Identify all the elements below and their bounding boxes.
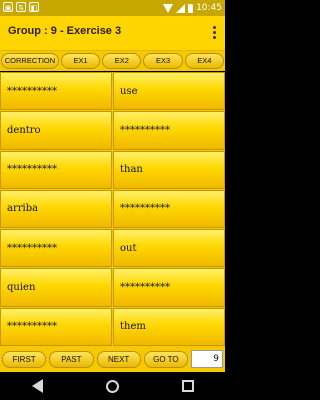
first-button[interactable]: FIRST <box>2 350 47 368</box>
system-nav-bar <box>0 372 225 400</box>
recent-apps-icon[interactable] <box>181 380 194 392</box>
tab-ex1[interactable]: EX1 <box>60 53 101 69</box>
battery-icon <box>188 3 194 13</box>
page-number-input[interactable]: 9 <box>191 350 223 368</box>
image-icon: ▣ <box>3 2 13 12</box>
home-icon[interactable] <box>105 379 119 393</box>
bag-icon: ◧ <box>29 2 39 12</box>
next-button[interactable]: NEXT <box>96 350 141 368</box>
word-cell-right[interactable]: ********** <box>113 268 225 307</box>
past-button[interactable]: PAST <box>49 350 94 368</box>
notification-icons: ▣ ⇅ ◧ <box>3 2 39 12</box>
word-cell-left[interactable]: dentro <box>0 111 112 150</box>
pager-bar: FIRST PAST NEXT GO TO 9 <box>0 346 225 372</box>
word-cell-left[interactable]: quien <box>0 268 112 307</box>
exercise-tabs: CORRECTION EX1 EX2 EX3 EX4 <box>0 51 225 71</box>
word-cell-right[interactable]: than <box>113 150 225 189</box>
back-icon[interactable] <box>31 379 43 393</box>
word-cell-right[interactable]: them <box>113 307 225 346</box>
signal-icon <box>176 3 186 13</box>
word-cell-left[interactable]: arriba <box>0 189 112 229</box>
word-cell-left[interactable]: ********** <box>0 150 112 189</box>
tab-ex4[interactable]: EX4 <box>184 53 224 69</box>
word-cell-right[interactable]: use <box>113 72 225 111</box>
tab-correction[interactable]: CORRECTION <box>1 53 59 69</box>
word-cell-right[interactable]: ********** <box>113 111 225 150</box>
clock: 10:45 <box>196 3 222 13</box>
word-cell-left[interactable]: ********** <box>0 72 112 111</box>
word-cell-left[interactable]: ********** <box>0 307 112 346</box>
word-cell-right[interactable]: ********** <box>113 189 225 229</box>
overflow-menu-icon[interactable] <box>213 26 217 39</box>
goto-button[interactable]: GO TO <box>143 350 188 368</box>
status-bar: ▣ ⇅ ◧ 10:45 <box>0 0 225 16</box>
usb-icon: ⇅ <box>16 2 26 12</box>
word-grid: ********** use dentro ********** *******… <box>0 72 225 346</box>
tab-ex2[interactable]: EX2 <box>102 53 142 69</box>
page-title: Group : 9 - Exercise 3 <box>8 25 122 37</box>
wifi-icon <box>163 3 174 13</box>
tab-ex3[interactable]: EX3 <box>143 53 183 69</box>
app-bar: Group : 9 - Exercise 3 <box>0 16 225 51</box>
word-cell-left[interactable]: ********** <box>0 229 112 268</box>
word-cell-right[interactable]: out <box>113 229 225 268</box>
system-icons: 10:45 <box>163 2 222 14</box>
